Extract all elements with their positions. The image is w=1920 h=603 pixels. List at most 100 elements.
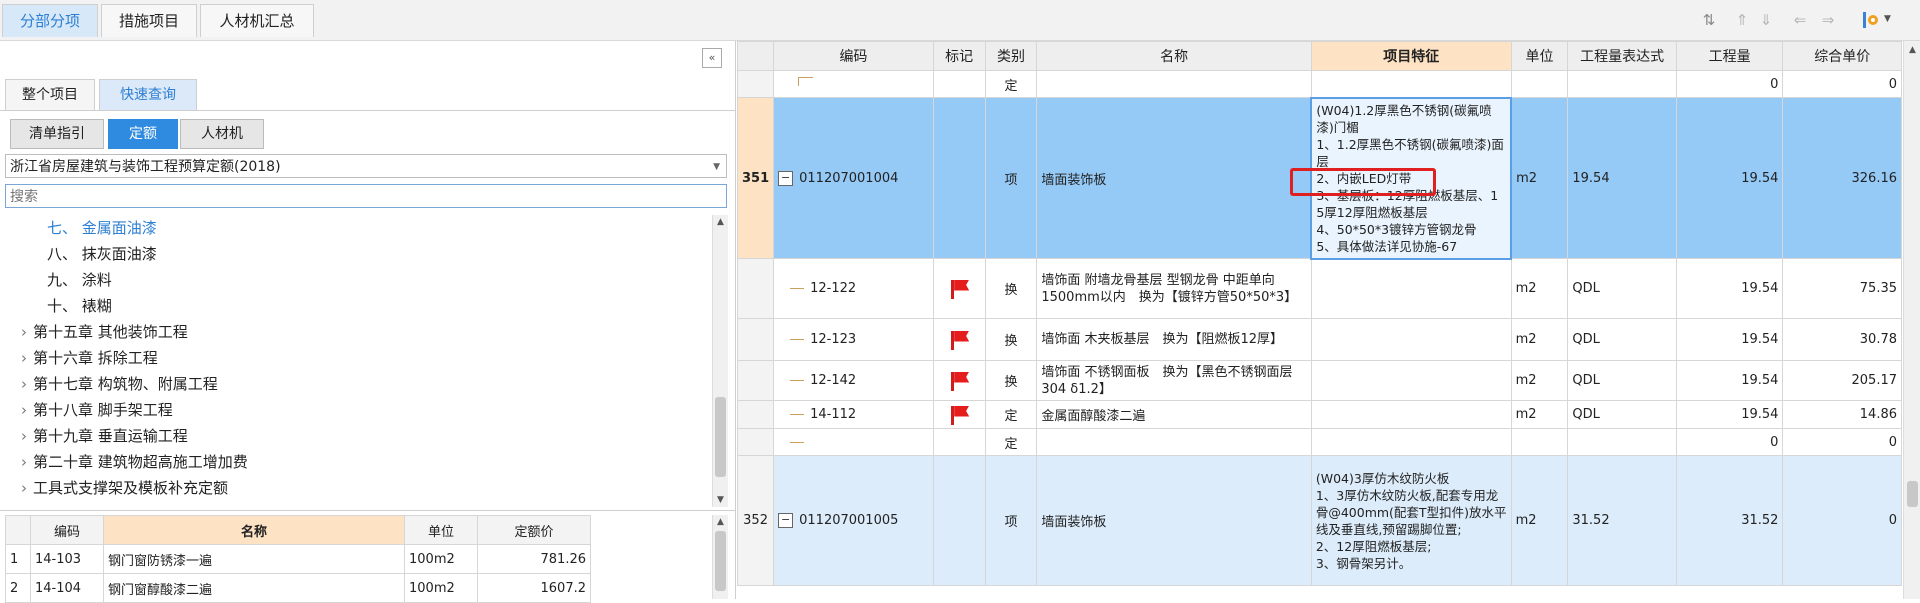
feature-cell[interactable]	[1310, 70, 1512, 98]
table-row[interactable]: 定 0 0	[737, 428, 1902, 456]
column-header-unit[interactable]: 单位	[1510, 41, 1569, 71]
unit-cell[interactable]: m2	[1510, 318, 1569, 361]
quota-library-select[interactable]: 浙江省房屋建筑与装饰工程预算定额(2018) ▼	[5, 154, 727, 178]
table-row[interactable]: 12-142 换 墙饰面 不锈钢面板 换为【黑色不锈钢面层304 δ1.2】 m…	[737, 360, 1902, 401]
collapse-icon[interactable]: −	[778, 513, 794, 528]
chevron-right-icon[interactable]: ›	[21, 427, 27, 445]
mark-cell[interactable]	[932, 97, 986, 259]
tab-quota[interactable]: 定额	[108, 119, 178, 149]
scrollbar-thumb[interactable]	[715, 531, 726, 591]
expression-cell[interactable]: QDL	[1567, 318, 1677, 361]
table-row[interactable]: 12-122 换 墙饰面 附墙龙骨基层 型钢龙骨 中距单向1500mm以内 换为…	[737, 258, 1902, 319]
feature-cell[interactable]	[1310, 258, 1512, 319]
feature-cell[interactable]: (W04)3厚仿木纹防火板 1、3厚仿木纹防火板,配套专用龙骨@400mm(配套…	[1310, 455, 1512, 586]
name-cell[interactable]: 墙饰面 附墙龙骨基层 型钢龙骨 中距单向1500mm以内 换为【镀锌方管50*5…	[1036, 258, 1312, 319]
code-cell[interactable]	[773, 428, 934, 456]
table-row[interactable]: 12-123 换 墙饰面 木夹板基层 换为【阻燃板12厚】 m2 QDL 19.…	[737, 318, 1902, 361]
chevron-right-icon[interactable]: ›	[21, 453, 27, 471]
mark-cell[interactable]	[932, 360, 986, 401]
tab-list-guide[interactable]: 清单指引	[10, 119, 104, 149]
expression-cell[interactable]	[1567, 70, 1677, 98]
name-cell[interactable]: 墙面装饰板	[1036, 97, 1312, 259]
code-cell[interactable]	[773, 70, 934, 98]
unit-cell[interactable]: m2	[1510, 455, 1569, 586]
scroll-down-icon[interactable]: ▼	[713, 495, 728, 505]
name-cell[interactable]: 墙饰面 木夹板基层 换为【阻燃板12厚】	[1036, 318, 1312, 361]
move-down-icon[interactable]: ⇓	[1758, 12, 1774, 28]
collapse-icon[interactable]: −	[778, 170, 794, 186]
tab-whole-project[interactable]: 整个项目	[5, 79, 95, 111]
name-cell[interactable]: 金属面醇酸漆二遍	[1036, 400, 1312, 429]
code-cell[interactable]: 12-122	[773, 258, 934, 319]
tree-scrollbar[interactable]: ▲ ▼	[712, 215, 728, 507]
mark-cell[interactable]	[932, 70, 986, 98]
tree-item[interactable]: › 第十九章 垂直运输工程	[21, 423, 188, 449]
expression-cell[interactable]: QDL	[1567, 400, 1677, 429]
unit-price-cell[interactable]: 326.16	[1782, 97, 1902, 259]
type-cell[interactable]: 定	[984, 428, 1038, 456]
column-header-unit-price[interactable]: 综合单价	[1782, 41, 1902, 71]
mark-cell[interactable]	[932, 258, 986, 319]
tree-item[interactable]: › 第十六章 拆除工程	[21, 345, 158, 371]
code-cell[interactable]: −011207001004	[773, 97, 934, 259]
unit-price-cell[interactable]: 75.35	[1782, 258, 1902, 319]
unit-cell[interactable]	[1510, 428, 1569, 456]
mark-cell[interactable]	[932, 428, 986, 456]
tab-rencaiji-huizong[interactable]: 人材机汇总	[200, 4, 314, 37]
table-row[interactable]: 定 0 0	[737, 70, 1902, 98]
code-cell[interactable]: 12-142	[773, 360, 934, 401]
feature-cell[interactable]	[1310, 400, 1512, 429]
quantity-cell[interactable]: 19.54	[1675, 360, 1784, 401]
column-header[interactable]: 编码	[30, 515, 104, 545]
tab-cuoshi-xiangmu[interactable]: 措施项目	[101, 4, 197, 37]
code-cell[interactable]: 14-112	[773, 400, 934, 429]
expression-cell[interactable]: QDL	[1567, 258, 1677, 319]
sort-icon[interactable]: ⇅	[1701, 12, 1717, 28]
search-input[interactable]	[5, 184, 727, 208]
chevron-down-icon[interactable]: ▼	[1884, 14, 1891, 24]
quantity-cell[interactable]: 19.54	[1675, 400, 1784, 429]
feature-cell[interactable]	[1310, 318, 1512, 361]
column-header[interactable]: 单位	[404, 515, 478, 545]
unit-price-cell[interactable]: 0	[1782, 70, 1902, 98]
expression-cell[interactable]	[1567, 428, 1677, 456]
column-header-code[interactable]: 编码	[773, 41, 934, 71]
quantity-cell[interactable]: 19.54	[1675, 258, 1784, 319]
name-cell[interactable]: 墙面装饰板	[1036, 455, 1312, 586]
unit-price-cell[interactable]: 205.17	[1782, 360, 1902, 401]
mark-cell[interactable]	[932, 455, 986, 586]
unit-price-cell[interactable]: 0	[1782, 455, 1902, 586]
type-cell[interactable]: 换	[984, 360, 1038, 401]
column-header-mark[interactable]: 标记	[932, 41, 986, 71]
scrollbar-thumb[interactable]	[1907, 481, 1918, 507]
column-header-quantity[interactable]: 工程量	[1675, 41, 1784, 71]
chevron-right-icon[interactable]: ›	[21, 323, 27, 341]
type-cell[interactable]: 项	[984, 97, 1038, 259]
collapse-panel-button[interactable]: «	[702, 48, 722, 68]
move-up-top-icon[interactable]: ⇑	[1734, 12, 1750, 28]
name-cell[interactable]	[1036, 70, 1312, 98]
column-header-type[interactable]: 类别	[984, 41, 1038, 71]
feature-cell[interactable]	[1310, 428, 1512, 456]
column-header[interactable]: 定额价	[477, 515, 591, 545]
name-cell[interactable]: 墙饰面 不锈钢面板 换为【黑色不锈钢面层304 δ1.2】	[1036, 360, 1312, 401]
settings-gear-icon[interactable]	[1862, 10, 1880, 30]
unit-cell[interactable]	[1510, 70, 1569, 98]
tree-item[interactable]: 九、 涂料	[47, 267, 112, 293]
quantity-cell[interactable]: 31.52	[1675, 455, 1784, 586]
name-cell[interactable]	[1036, 428, 1312, 456]
expression-cell[interactable]: QDL	[1567, 360, 1677, 401]
code-cell[interactable]: 12-123	[773, 318, 934, 361]
chevron-right-icon[interactable]: ›	[21, 349, 27, 367]
scroll-up-icon[interactable]: ▲	[713, 517, 728, 527]
code-cell[interactable]: −011207001005	[773, 455, 934, 586]
column-header-feature[interactable]: 项目特征	[1310, 41, 1512, 71]
type-cell[interactable]: 换	[984, 258, 1038, 319]
table-row[interactable]: 352 −011207001005 项 墙面装饰板 (W04)3厚仿木纹防火板 …	[737, 455, 1902, 586]
scrollbar-thumb[interactable]	[715, 397, 726, 477]
type-cell[interactable]: 定	[984, 70, 1038, 98]
quota-table-scrollbar[interactable]: ▲	[712, 515, 728, 599]
type-cell[interactable]: 项	[984, 455, 1038, 586]
scroll-up-icon[interactable]: ▲	[713, 217, 728, 227]
unit-price-cell[interactable]: 14.86	[1782, 400, 1902, 429]
